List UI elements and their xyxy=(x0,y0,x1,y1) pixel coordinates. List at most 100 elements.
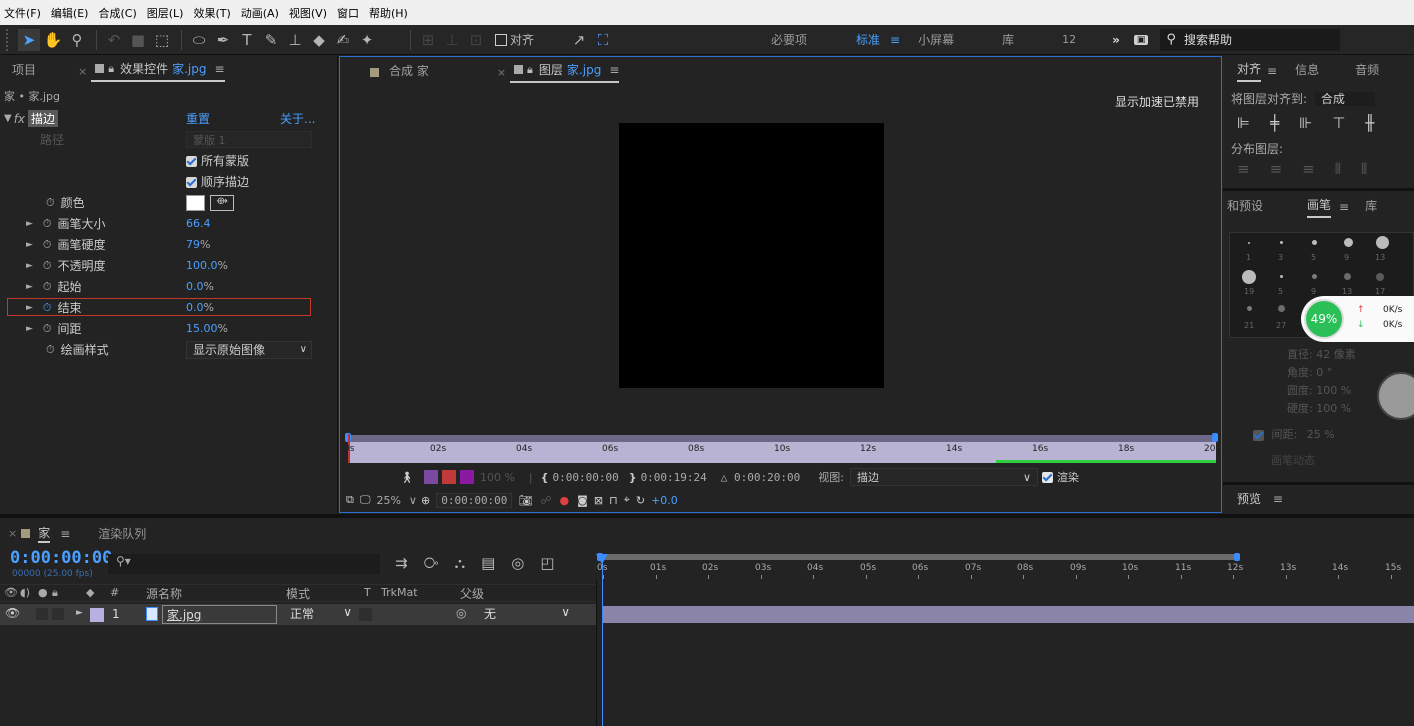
rotate-tool-icon[interactable]: ↶ xyxy=(103,29,125,51)
tab-effect-controls[interactable]: 效果控件 xyxy=(120,60,168,77)
label-column-icon[interactable]: ◆ xyxy=(86,586,94,599)
current-time-field[interactable]: 0:00:00:00 xyxy=(436,492,513,508)
all-masks-checkbox[interactable]: 所有蒙版 xyxy=(186,152,249,169)
motion-blur-switch-icon[interactable]: ◎ xyxy=(511,554,524,572)
brush-tool-icon[interactable]: ✎ xyxy=(260,29,282,51)
panel-menu-icon[interactable]: ≡ xyxy=(60,527,70,541)
layer-label-color[interactable] xyxy=(90,608,104,622)
layer-expand-icon[interactable]: ► xyxy=(76,608,83,618)
panel-menu-icon[interactable]: ≡ xyxy=(609,63,619,77)
workspace-essentials[interactable]: 必要项 xyxy=(771,31,807,48)
close-tab-icon[interactable]: × xyxy=(78,65,87,78)
menu-view[interactable]: 视图(V) xyxy=(289,5,327,21)
t-column-header[interactable]: T xyxy=(364,586,371,599)
blend-mode-dropdown[interactable]: 正常 ∨ xyxy=(286,605,356,624)
puppet-icon[interactable] xyxy=(441,470,456,484)
timeline-ruler[interactable]: 0s01s02s03s04s05s06s07s08s09s10s11s12s13… xyxy=(597,553,1414,580)
draft-3d-icon[interactable]: ⧂ xyxy=(424,554,439,572)
layer-search-input[interactable]: ⚲▾ xyxy=(108,554,380,574)
layer-name[interactable]: 家.jpg xyxy=(162,605,277,624)
expand-arrow-icon[interactable]: ► xyxy=(26,282,33,292)
layer-duration-bar[interactable] xyxy=(603,606,1414,623)
lock-icon[interactable]: 🔒︎ xyxy=(527,63,533,77)
zoom-tool-icon[interactable]: ⚲ xyxy=(66,29,88,51)
color-swatch[interactable] xyxy=(186,194,205,211)
expand-arrow-icon[interactable]: ► xyxy=(26,324,33,334)
onion-skin-icon[interactable] xyxy=(423,470,438,484)
reset-exposure-icon[interactable]: ↻ xyxy=(636,494,645,507)
tab-effects-presets[interactable]: 和预设 xyxy=(1227,197,1263,217)
close-tab-icon[interactable]: × xyxy=(8,527,17,540)
workspace-menu-icon[interactable]: ≡ xyxy=(890,33,900,47)
distribute-vcenter-icon[interactable]: ≡ xyxy=(1270,160,1283,178)
menu-edit[interactable]: 编辑(E) xyxy=(51,5,89,21)
lock-switch-icon[interactable]: 🔒︎ xyxy=(52,586,58,600)
stopwatch-icon[interactable]: ⏱︎ xyxy=(43,280,52,294)
path-dropdown[interactable]: 蒙版 1 xyxy=(186,131,312,148)
close-tab-icon[interactable]: × xyxy=(497,66,506,79)
start-value[interactable]: 0.0% xyxy=(186,280,214,293)
graph-editor-icon[interactable]: ◰ xyxy=(540,554,554,572)
work-area-bar[interactable] xyxy=(601,554,1237,560)
motion-blur-icon[interactable]: 🚶︎ xyxy=(400,471,414,484)
distribute-bottom-icon[interactable]: ≡ xyxy=(1302,160,1315,178)
video-switch-icon[interactable]: 👁︎ xyxy=(4,586,18,599)
lock-icon[interactable]: 🔒︎ xyxy=(108,62,114,76)
color-channel-icon[interactable] xyxy=(459,470,474,484)
stopwatch-icon[interactable]: ⏱︎ xyxy=(46,343,55,357)
hand-tool-icon[interactable]: ✋ xyxy=(42,29,64,51)
audio-switch-icon[interactable]: ◖) xyxy=(20,586,30,599)
tab-layer[interactable]: 图层 xyxy=(539,61,563,78)
out-point-icon[interactable]: } xyxy=(629,471,637,484)
current-time-indicator[interactable] xyxy=(602,554,603,726)
show-snapshot-icon[interactable]: ☍ xyxy=(540,494,551,507)
distribute-left-icon[interactable]: ⫴ xyxy=(1335,160,1341,178)
frame-blending-icon[interactable]: ▤ xyxy=(481,554,495,572)
eyedropper-icon[interactable]: ⟴ xyxy=(210,194,234,211)
parent-dropdown[interactable]: 无 ∨ xyxy=(474,605,574,624)
panel-menu-icon[interactable]: ≡ xyxy=(1339,200,1349,214)
sync-settings-icon[interactable]: ▣ xyxy=(1133,34,1149,45)
out-point-time[interactable]: 0:00:19:24 xyxy=(641,471,707,484)
stopwatch-icon[interactable]: ⏱︎ xyxy=(46,196,55,210)
tab-info[interactable]: 信息 xyxy=(1295,61,1319,81)
chevron-down-icon[interactable]: ∨ xyxy=(409,494,417,507)
opacity-value[interactable]: 100.0% xyxy=(186,259,228,272)
puppet-tool-icon[interactable]: ✦ xyxy=(356,29,378,51)
menu-composition[interactable]: 合成(C) xyxy=(98,5,136,21)
expand-arrow-icon[interactable]: ► xyxy=(26,219,33,229)
exposure-value[interactable]: +0.0 xyxy=(651,494,678,507)
align-vcenter-icon[interactable]: ╫ xyxy=(1365,114,1374,132)
work-area-end-handle[interactable] xyxy=(1212,433,1218,442)
effect-name[interactable]: 描边 xyxy=(28,110,59,127)
tab-align[interactable]: 对齐 xyxy=(1237,60,1262,82)
tab-timeline-comp[interactable]: 家 xyxy=(38,524,51,543)
network-speed-widget[interactable]: 49% ↑ 0K/s ↓ 0K/s xyxy=(1301,296,1414,342)
view-axis-icon[interactable]: ⊡ xyxy=(465,29,487,51)
menu-animation[interactable]: 动画(A) xyxy=(241,5,279,21)
panel-menu-icon[interactable]: ≡ xyxy=(215,62,225,76)
align-hcenter-icon[interactable]: ╪ xyxy=(1270,114,1279,132)
workspace-standard[interactable]: 标准 xyxy=(856,31,880,48)
brush-spacing-value[interactable]: 25 % xyxy=(1307,428,1335,441)
spacing-value[interactable]: 15.00% xyxy=(186,322,228,335)
more-workspaces-icon[interactable]: » xyxy=(1112,33,1120,47)
zoom-dropdown[interactable]: 25% xyxy=(376,494,400,507)
menu-help[interactable]: 帮助(H) xyxy=(369,5,408,21)
in-point-time[interactable]: 0:00:00:00 xyxy=(552,471,618,484)
3d-view-icon[interactable]: ⊓ xyxy=(609,494,618,507)
safe-margins-icon[interactable]: ⊕ xyxy=(421,494,430,507)
tab-project[interactable]: 项目 xyxy=(12,61,36,81)
pen-tool-icon[interactable]: ✒ xyxy=(212,29,234,51)
distribute-top-icon[interactable]: ≡ xyxy=(1237,160,1250,178)
workspace-small-screen[interactable]: 小屏幕 xyxy=(918,31,954,48)
playhead-handle-icon[interactable] xyxy=(596,554,608,564)
local-axis-icon[interactable]: ⊞ xyxy=(417,29,439,51)
menu-file[interactable]: 文件(F) xyxy=(4,5,41,21)
parent-column-header[interactable]: 父级 xyxy=(460,585,484,602)
stopwatch-icon[interactable]: ⏱︎ xyxy=(43,238,52,252)
fx-icon[interactable]: fx xyxy=(14,112,25,126)
tab-render-queue[interactable]: 渲染队列 xyxy=(98,525,146,542)
workspace-library[interactable]: 库 xyxy=(1002,31,1014,48)
reset-link[interactable]: 重置 xyxy=(186,110,210,127)
